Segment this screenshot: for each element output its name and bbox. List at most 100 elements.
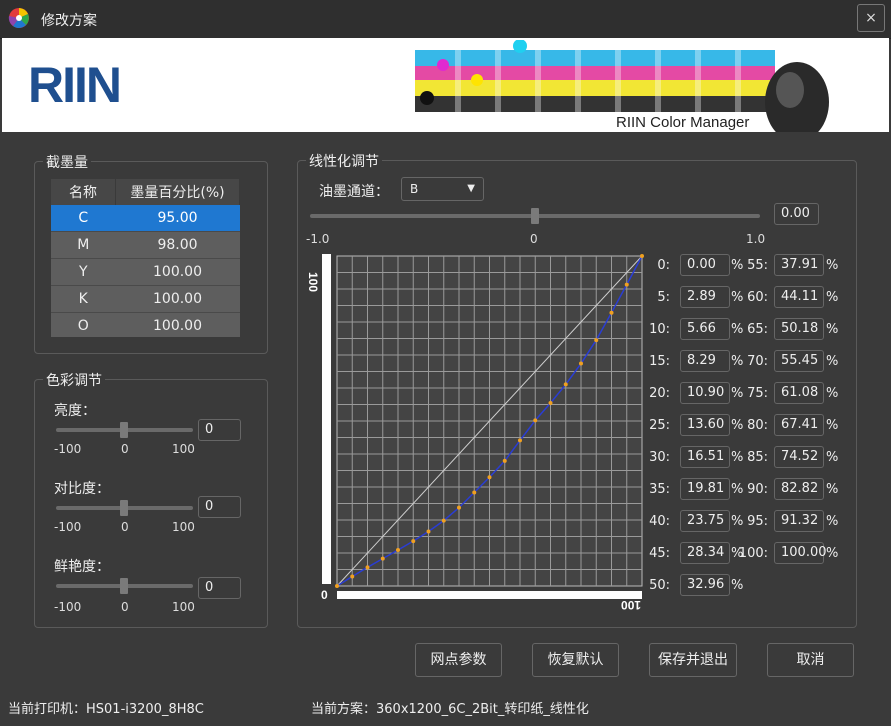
brightness-tick-max: 100 (172, 442, 195, 456)
table-row[interactable]: Y 100.00 (51, 258, 240, 286)
percent-sign: % (826, 386, 839, 401)
curve-point-label: 40: (649, 514, 670, 529)
curve-point-value-field[interactable]: 100.00 (774, 542, 827, 564)
restore-default-button[interactable]: 恢复默认 (532, 643, 619, 677)
curve-point[interactable] (563, 382, 568, 387)
curve-point[interactable] (457, 505, 461, 510)
linear-slider-thumb[interactable] (531, 208, 539, 224)
curve-point-value-field[interactable]: 28.34 (680, 542, 730, 564)
saturation-label: 鲜艳度： (54, 559, 110, 575)
ink-col-percent-header[interactable]: 墨量百分比(%) (115, 179, 240, 205)
table-row[interactable]: C 95.00 (51, 205, 240, 232)
cancel-button[interactable]: 取消 (767, 643, 854, 677)
curve-point[interactable] (335, 584, 339, 588)
axis-origin-label: 0 (321, 588, 328, 602)
curve-point-label: 55: (747, 258, 768, 273)
ink-value-cell[interactable]: 95.00 (115, 205, 240, 232)
close-button[interactable]: × (857, 4, 885, 32)
curve-point-value-field[interactable]: 8.29 (680, 350, 730, 372)
app-logo-icon (8, 8, 29, 28)
table-row[interactable]: O 100.00 (51, 312, 240, 337)
brightness-slider-thumb[interactable] (120, 422, 128, 438)
linearization-title: 线性化调节 (306, 151, 382, 171)
curve-point-value-field[interactable]: 2.89 (680, 286, 730, 308)
percent-sign: % (731, 578, 744, 593)
dot-params-button[interactable]: 网点参数 (415, 643, 502, 677)
curve-point-label: 75: (747, 386, 768, 401)
percent-sign: % (826, 514, 839, 529)
banner: RIIN RIIN Color Manager (2, 38, 889, 132)
curve-point[interactable] (426, 529, 431, 534)
curve-point-value-field[interactable]: 16.51 (680, 446, 730, 468)
linearization-curve-chart[interactable]: 100 0 100 (305, 250, 645, 615)
curve-point-value-field[interactable]: 13.60 (680, 414, 730, 436)
curve-point-value-field[interactable]: 0.00 (680, 254, 730, 276)
curve-point[interactable] (518, 438, 522, 443)
curve-point[interactable] (609, 310, 614, 315)
ink-col-name-header[interactable]: 名称 (51, 179, 116, 205)
curve-point-value-field[interactable]: 32.96 (680, 574, 730, 596)
curve-point[interactable] (380, 556, 385, 561)
ink-table: 名称 墨量百分比(%) C 95.00 M 98.00 Y 100.00 K 100.0… (51, 179, 240, 337)
curve-point[interactable] (533, 418, 538, 423)
percent-sign: % (826, 354, 839, 369)
curve-point-value-field[interactable]: 74.52 (774, 446, 824, 468)
contrast-slider-thumb[interactable] (120, 500, 128, 516)
curve-point[interactable] (579, 361, 583, 366)
curve-point-value-field[interactable]: 55.45 (774, 350, 824, 372)
curve-point-label: 85: (747, 450, 768, 465)
color-adjust-title: 色彩调节 (43, 370, 105, 390)
curve-point-label: 80: (747, 418, 768, 433)
curve-point-label: 5: (657, 290, 670, 305)
brightness-tick-min: -100 (54, 442, 82, 456)
ink-limit-group: 截墨量 名称 墨量百分比(%) C 95.00 M 98.00 Y 100.00 K1… (34, 152, 268, 354)
curve-point[interactable] (548, 401, 553, 406)
percent-sign: % (826, 418, 839, 433)
curve-point-value-field[interactable]: 61.08 (774, 382, 824, 404)
curve-point[interactable] (472, 490, 477, 495)
curve-point[interactable] (624, 282, 629, 287)
curve-point[interactable] (396, 548, 400, 553)
ink-value-cell[interactable]: 100.00 (115, 258, 240, 286)
curve-point-label: 30: (649, 450, 670, 465)
curve-point-value-field[interactable]: 37.91 (774, 254, 824, 276)
curve-point-value-field[interactable]: 67.41 (774, 414, 824, 436)
ink-name-cell: K (51, 285, 116, 313)
curve-point-value-field[interactable]: 50.18 (774, 318, 824, 340)
linear-slider-value-field[interactable]: 0.00 (774, 203, 819, 225)
y-axis-top-label: 100 (306, 272, 320, 292)
ink-value-cell[interactable]: 98.00 (115, 231, 240, 259)
curve-point-value-field[interactable]: 10.90 (680, 382, 730, 404)
ink-channel-select[interactable]: B ▼ (401, 177, 484, 201)
saturation-slider-thumb[interactable] (120, 578, 128, 594)
saturation-tick-max: 100 (172, 600, 195, 614)
current-scheme-status: 当前方案：360x1200_6C_2Bit_转印纸_线性化 (311, 702, 589, 717)
saturation-value-field[interactable]: 0 (198, 577, 241, 599)
linear-tick-min: -1.0 (306, 232, 330, 246)
save-exit-button[interactable]: 保存并退出 (649, 643, 737, 677)
saturation-tick-min: -100 (54, 600, 82, 614)
curve-point[interactable] (594, 338, 599, 343)
ink-value-cell[interactable]: 100.00 (115, 312, 240, 337)
saturation-tick-mid: 0 (121, 600, 129, 614)
brightness-label: 亮度： (54, 403, 96, 419)
curve-point[interactable] (411, 539, 416, 544)
curve-point[interactable] (350, 574, 355, 579)
ink-channel-label: 油墨通道： (319, 184, 389, 200)
curve-point-value-field[interactable]: 91.32 (774, 510, 824, 532)
curve-point[interactable] (502, 458, 507, 463)
curve-point[interactable] (487, 475, 492, 480)
curve-point[interactable] (365, 565, 370, 570)
curve-point-value-field[interactable]: 5.66 (680, 318, 730, 340)
curve-point-value-field[interactable]: 19.81 (680, 478, 730, 500)
contrast-value-field[interactable]: 0 (198, 496, 241, 518)
brightness-value-field[interactable]: 0 (198, 419, 241, 441)
curve-point[interactable] (441, 518, 446, 523)
table-row[interactable]: M 98.00 (51, 231, 240, 259)
curve-point-value-field[interactable]: 82.82 (774, 478, 824, 500)
curve-point-value-field[interactable]: 23.75 (680, 510, 730, 532)
table-row[interactable]: K 100.00 (51, 285, 240, 313)
x-axis-right-label: 100 (621, 598, 641, 612)
ink-value-cell[interactable]: 100.00 (115, 285, 240, 313)
curve-point-value-field[interactable]: 44.11 (774, 286, 824, 308)
